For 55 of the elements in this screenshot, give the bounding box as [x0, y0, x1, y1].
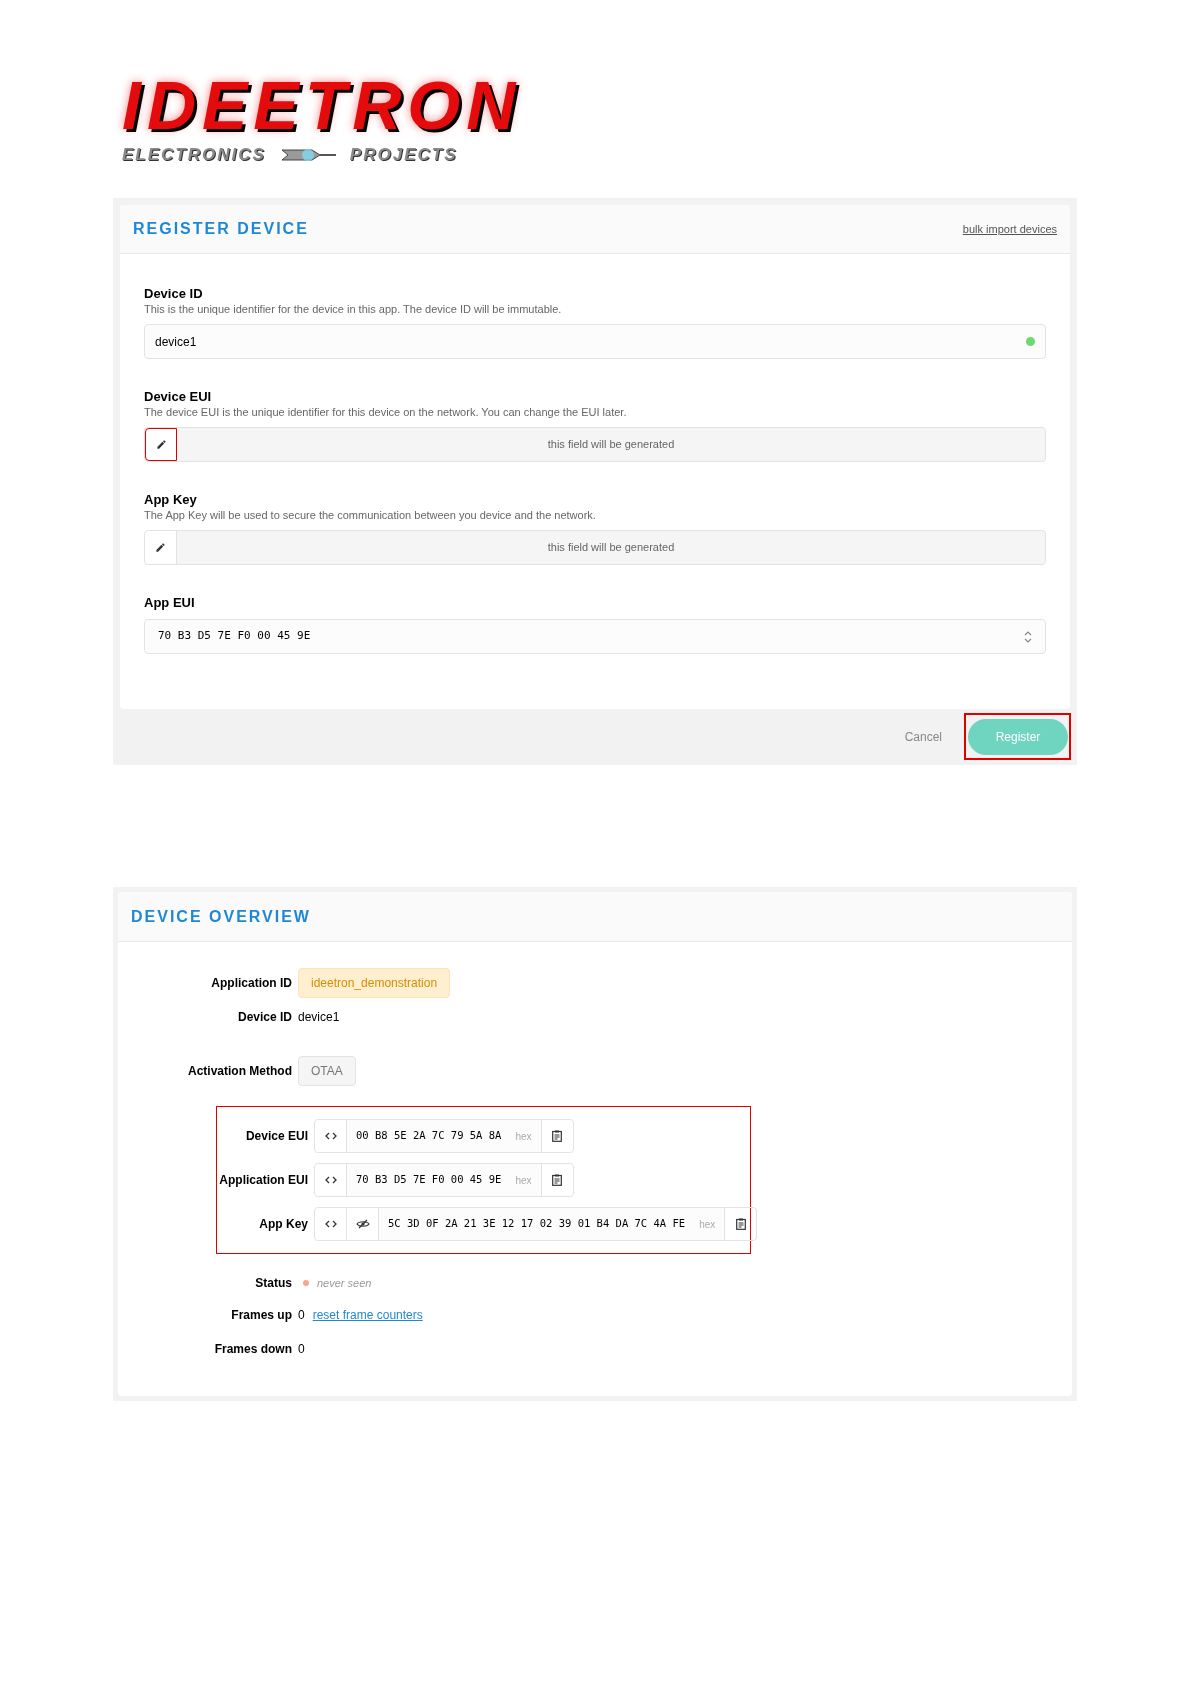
row-value: 0: [298, 1341, 305, 1358]
select-value: 70 B3 D5 7E F0 00 45 9E: [158, 628, 311, 645]
unit-label: hex: [699, 1217, 716, 1232]
row-label: Frames down: [213, 1341, 293, 1358]
row-label: Application ID: [210, 975, 293, 992]
generated-field[interactable]: this field will be generated: [144, 530, 1046, 565]
row-value: device1: [298, 1009, 340, 1026]
chevron-updown-icon: [1024, 630, 1032, 643]
pencil-icon: [155, 542, 166, 553]
eye-off-icon: [355, 1219, 370, 1229]
key-value: 70 B3 D5 7E F0 00 45 9E: [356, 1172, 502, 1188]
unit-label: hex: [515, 1173, 532, 1188]
row-label: Activation Method: [187, 1063, 293, 1080]
field-description: The App Key will be used to secure the communication between you device and the network.: [144, 508, 597, 522]
row-label: Frames up: [230, 1307, 293, 1324]
logo-title: IDEETRON: [122, 70, 523, 140]
panel-title: DEVICE OVERVIEW: [131, 906, 311, 927]
field-description: This is the unique identifier for the device in this app. The device ID will be immutable.: [144, 302, 563, 316]
panel-title: REGISTER DEVICE: [133, 219, 309, 239]
field-label: App Key: [144, 492, 198, 508]
field-label: App EUI: [144, 595, 196, 611]
field-label: Device EUI: [144, 389, 213, 405]
reset-counters-link[interactable]: reset frame counters: [312, 1306, 423, 1324]
status-text: never seen: [317, 1275, 372, 1291]
cancel-button[interactable]: Cancel: [904, 728, 942, 746]
row-value: 0: [298, 1307, 305, 1324]
pencil-icon: [155, 439, 167, 450]
app-eui-select[interactable]: 70 B3 D5 7E F0 00 45 9E: [144, 619, 1046, 654]
unit-label: hex: [515, 1129, 532, 1144]
clipboard-icon: [552, 1130, 563, 1142]
key-label: App Key: [258, 1216, 309, 1233]
field-placeholder: this field will be generated: [546, 437, 676, 453]
key-label: Application EUI: [218, 1172, 309, 1189]
field-description: The device EUI is the unique identifier for this device on the network. You can change the EUI later.: [144, 405, 628, 419]
field-value: device1: [155, 333, 197, 351]
key-value: 00 B8 5E 2A 7C 79 5A 8A: [356, 1128, 502, 1144]
code-icon: [324, 1175, 337, 1185]
logo-tagline: PROJECTS: [349, 144, 458, 166]
value-badge: ideetron_demonstration: [298, 968, 451, 998]
clipboard-icon: [552, 1174, 563, 1186]
key-label: Device EUI: [244, 1128, 309, 1145]
field-label: Device ID: [144, 286, 204, 302]
value-badge: OTAA: [298, 1056, 356, 1086]
key-value: 5C 3D 0F 2A 21 3E 12 17 02 39 01 B4 DA 7C 4A FE: [388, 1216, 686, 1232]
edit-button[interactable]: [145, 428, 177, 461]
row-label: Status: [254, 1275, 293, 1292]
code-icon: [324, 1219, 337, 1229]
bulk-import-link[interactable]: bulk import devices: [962, 220, 1057, 238]
field-placeholder: this field will be generated: [546, 540, 676, 556]
row-label: Device ID: [236, 1009, 293, 1026]
clipboard-icon: [735, 1218, 746, 1230]
code-icon: [324, 1131, 337, 1141]
device-id-field[interactable]: device1: [144, 324, 1046, 359]
generated-field[interactable]: this field will be generated: [144, 427, 1046, 462]
logo-tagline: ELECTRONICS: [122, 144, 266, 166]
